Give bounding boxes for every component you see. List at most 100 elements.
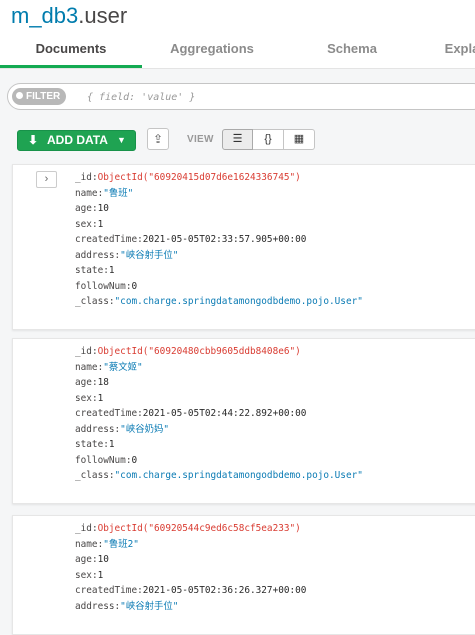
filter-box: FILTER [7, 83, 475, 110]
document-field-row: _class:"com.charge.springdatamongodbdemo… [75, 294, 363, 310]
field-value: 18 [97, 377, 109, 388]
field-value: "com.charge.springdatamongodbdemo.pojo.U… [114, 470, 363, 481]
export-button[interactable]: ⇪ [147, 128, 169, 150]
document-field-row: address:"峡谷奶妈" [75, 422, 363, 438]
field-value: "com.charge.springdatamongodbdemo.pojo.U… [114, 296, 363, 307]
filter-badge-label: FILTER [26, 91, 61, 102]
title-bar: m_db3.user [0, 0, 475, 36]
field-key: _class [75, 470, 109, 481]
field-key: followNum [75, 454, 126, 466]
tab-schema[interactable]: Schema [282, 36, 422, 68]
field-key: sex [75, 392, 92, 404]
field-key: age [75, 377, 92, 388]
field-value: 1 [97, 392, 104, 404]
document-field-row: createdTime:2021-05-05T02:33:57.905+00:0… [75, 232, 363, 248]
field-key: name [75, 361, 98, 373]
document-fields: _id:ObjectId("60920415d07d6e1624336745")… [75, 170, 363, 310]
collection-title: m_db3.user [11, 1, 127, 31]
filter-input[interactable] [85, 88, 469, 107]
view-label: VIEW [187, 134, 214, 145]
document-field-row: address:"峡谷射手位" [75, 599, 306, 615]
field-value: 10 [97, 554, 109, 565]
document-field-row: sex:1 [75, 391, 363, 407]
field-value: 1 [108, 265, 115, 276]
field-key: address [75, 423, 115, 435]
document-field-row: state:1 [75, 263, 363, 279]
document-field-row: followNum:0 [75, 453, 363, 469]
field-key: _id [75, 346, 92, 357]
field-value: 1 [97, 569, 104, 581]
field-value: 2021-05-05T02:36:26.327+00:00 [142, 585, 307, 596]
field-value: 2021-05-05T02:33:57.905+00:00 [142, 234, 307, 245]
filter-dot-icon [16, 92, 23, 99]
field-value: 0 [131, 280, 138, 292]
field-key: _id [75, 523, 92, 534]
field-value: ObjectId("60920415d07d6e1624336745") [97, 172, 301, 183]
document-field-row: sex:1 [75, 217, 363, 233]
view-json-button[interactable]: {} [253, 129, 284, 150]
field-value: "峡谷奶妈" [120, 423, 169, 435]
document-field-row: createdTime:2021-05-05T02:36:26.327+00:0… [75, 583, 306, 599]
field-value: 1 [97, 218, 104, 230]
field-value: 10 [97, 203, 109, 214]
field-value: 1 [108, 439, 115, 450]
document-field-row: name:"鲁班2" [75, 537, 306, 553]
field-key: createdTime [75, 408, 138, 419]
document-fields: _id:ObjectId("60920480cbb9605ddb8408e6")… [75, 344, 363, 484]
add-data-label: ADD DATA [47, 133, 108, 147]
field-value: 2021-05-05T02:44:22.892+00:00 [142, 408, 307, 419]
field-value: "峡谷射手位" [120, 600, 179, 612]
document-fields: _id:ObjectId("60920544c9ed6c58cf5ea233")… [75, 521, 306, 614]
tab-explain[interactable]: Expla [422, 36, 475, 68]
document-field-row: _id:ObjectId("60920544c9ed6c58cf5ea233") [75, 521, 306, 537]
caret-down-icon: ▼ [117, 135, 126, 145]
field-key: name [75, 187, 98, 199]
json-icon: {} [264, 133, 272, 145]
field-key: createdTime [75, 234, 138, 245]
field-key: sex [75, 569, 92, 581]
documents-toolbar: ⬇ ADD DATA ▼ ⇪ VIEW ☰ {} ▦ [0, 124, 475, 158]
filter-badge: FILTER [12, 88, 67, 105]
document-field-row: _class:"com.charge.springdatamongodbdemo… [75, 468, 363, 484]
document-card[interactable]: › _id:ObjectId("60920415d07d6e1624336745… [12, 164, 475, 330]
document-field-row: age:18 [75, 375, 363, 391]
list-icon: ☰ [232, 133, 243, 145]
document-card[interactable]: _id:ObjectId("60920544c9ed6c58cf5ea233")… [12, 515, 475, 635]
field-value: ObjectId("60920480cbb9605ddb8408e6") [97, 346, 301, 357]
field-key: _id [75, 172, 92, 183]
document-field-row: name:"鲁班" [75, 186, 363, 202]
field-key: sex [75, 218, 92, 230]
query-bar: FILTER [0, 69, 475, 124]
tab-aggregations[interactable]: Aggregations [142, 36, 282, 68]
download-icon: ⬇ [28, 133, 39, 147]
document-card[interactable]: _id:ObjectId("60920480cbb9605ddb8408e6")… [12, 338, 475, 504]
field-value: ObjectId("60920544c9ed6c58cf5ea233") [97, 523, 301, 534]
view-table-button[interactable]: ▦ [284, 129, 315, 150]
field-key: state [75, 265, 104, 276]
database-name[interactable]: m_db3 [11, 3, 78, 28]
field-key: createdTime [75, 585, 138, 596]
table-icon: ▦ [293, 133, 305, 145]
field-key: name [75, 538, 98, 550]
field-key: _class [75, 296, 109, 307]
view-list-button[interactable]: ☰ [222, 129, 253, 150]
tab-documents[interactable]: Documents [0, 36, 142, 68]
field-key: state [75, 439, 104, 450]
tab-bar: Documents Aggregations Schema Expla [0, 36, 475, 69]
chevron-right-icon: › [44, 173, 49, 185]
document-field-row: sex:1 [75, 568, 306, 584]
document-field-row: age:10 [75, 201, 363, 217]
document-field-row: _id:ObjectId("60920480cbb9605ddb8408e6") [75, 344, 363, 360]
field-key: age [75, 203, 92, 214]
field-key: address [75, 600, 115, 612]
document-field-row: createdTime:2021-05-05T02:44:22.892+00:0… [75, 406, 363, 422]
add-data-button[interactable]: ⬇ ADD DATA ▼ [17, 130, 136, 151]
field-value: "峡谷射手位" [120, 249, 179, 261]
field-value: "鲁班" [103, 187, 134, 199]
field-key: age [75, 554, 92, 565]
document-field-row: state:1 [75, 437, 363, 453]
field-key: address [75, 249, 115, 261]
document-field-row: address:"峡谷射手位" [75, 248, 363, 264]
upload-icon: ⇪ [152, 132, 164, 146]
expand-document-button[interactable]: › [36, 171, 57, 188]
